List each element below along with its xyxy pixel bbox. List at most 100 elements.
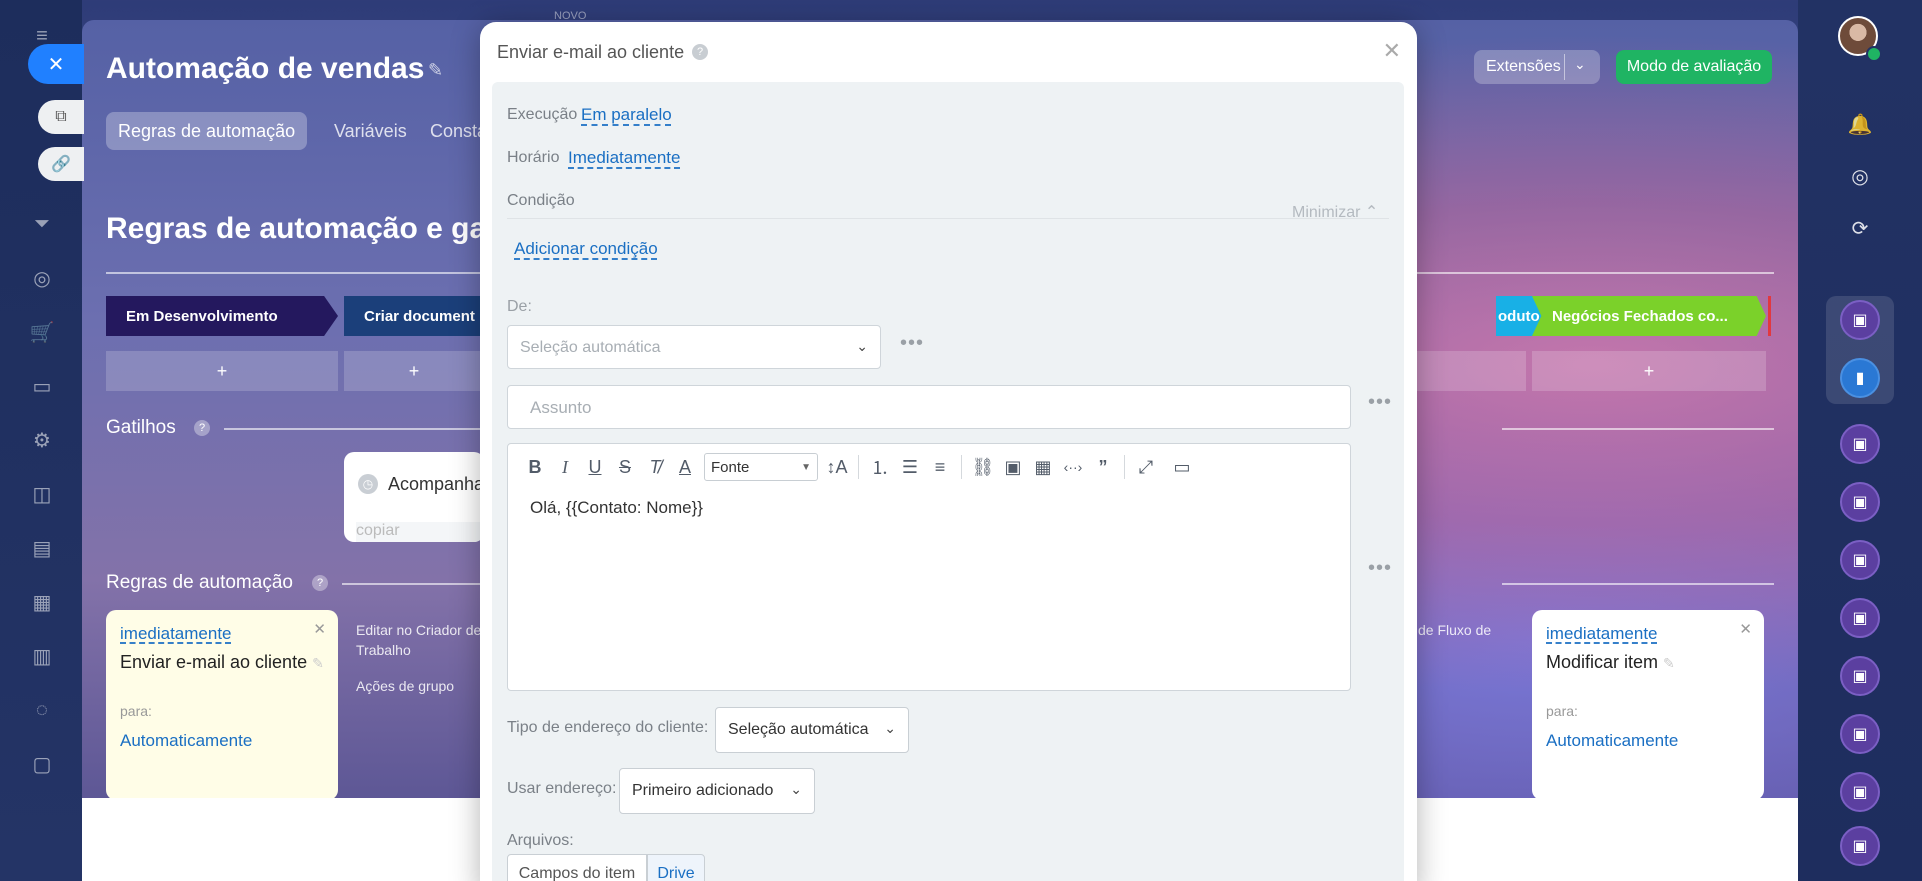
rule-card-send-email[interactable]: ✕ imediatamente Enviar e-mail ao cliente…: [106, 610, 338, 800]
stage-create-document[interactable]: Criar document: [344, 296, 484, 336]
more-options-icon[interactable]: •••: [900, 332, 924, 355]
from-select[interactable]: Seleção automática ⌄: [507, 325, 881, 369]
stage-marker: [1768, 296, 1771, 336]
open-new-window-icon[interactable]: ⧉: [38, 100, 84, 134]
chart-icon[interactable]: ▥: [28, 642, 56, 670]
time-value-link[interactable]: Imediatamente: [568, 148, 680, 168]
contact-bubble-icon[interactable]: ▣: [1840, 300, 1880, 340]
more-options-icon[interactable]: •••: [1368, 557, 1392, 580]
trigger-card[interactable]: ◷ Acompanha copiar: [344, 452, 484, 542]
font-size-icon[interactable]: ↕A: [822, 452, 852, 482]
stage-in-development[interactable]: Em Desenvolvimento: [106, 296, 338, 336]
settings-icon[interactable]: ◌: [28, 696, 56, 724]
contact-bubble-icon[interactable]: ▣: [1840, 482, 1880, 522]
help-icon[interactable]: ?: [194, 420, 210, 436]
triggers-label: Gatilhos: [106, 417, 176, 438]
more-options-icon[interactable]: •••: [1368, 391, 1392, 414]
extensions-label: Extensões: [1486, 58, 1561, 75]
flow-text[interactable]: de Fluxo de: [1418, 622, 1491, 638]
box-icon[interactable]: ◫: [28, 480, 56, 508]
building-icon[interactable]: ▤: [28, 534, 56, 562]
strikethrough-icon[interactable]: S: [610, 452, 640, 482]
fullscreen-icon[interactable]: ⤢: [1131, 452, 1161, 482]
robot-icon[interactable]: ⚙: [28, 426, 56, 454]
add-condition-link[interactable]: Adicionar condição: [514, 239, 658, 259]
code-icon[interactable]: ‹··›: [1058, 452, 1088, 482]
numbered-list-icon[interactable]: ⒈: [865, 452, 895, 482]
minimize-button[interactable]: Minimizar ⌃: [1292, 202, 1378, 222]
id-card-icon[interactable]: ▭: [28, 372, 56, 400]
stage-closed-deals[interactable]: Negócios Fechados co...: [1532, 296, 1766, 336]
bell-icon[interactable]: 🔔: [1844, 108, 1876, 140]
quote-icon[interactable]: ”: [1088, 452, 1118, 482]
font-select-value: Fonte: [711, 458, 750, 476]
close-icon[interactable]: ✕: [1383, 38, 1401, 64]
contact-bubble-icon[interactable]: ▣: [1840, 714, 1880, 754]
contact-bubble-icon[interactable]: ▣: [1840, 656, 1880, 696]
clear-format-icon[interactable]: T̸: [640, 452, 670, 482]
copy-link-icon[interactable]: 🔗: [38, 147, 84, 181]
funnel-icon[interactable]: ⏷: [28, 210, 56, 238]
edit-in-builder-text-2[interactable]: Trabalho: [356, 642, 411, 658]
pin-icon[interactable]: ✎: [428, 60, 443, 81]
cart-icon[interactable]: 🛒: [28, 318, 56, 346]
close-icon[interactable]: ✕: [1739, 620, 1752, 638]
text-color-icon[interactable]: A: [670, 452, 700, 482]
contact-bubble-icon[interactable]: ▣: [1840, 598, 1880, 638]
add-rule-stage-4-button[interactable]: +: [1532, 351, 1766, 391]
link-icon[interactable]: ⛓: [968, 452, 998, 482]
image-icon[interactable]: ▣: [998, 452, 1028, 482]
subject-input[interactable]: Assunto: [507, 385, 1351, 429]
trigger-copy-label[interactable]: copiar: [356, 522, 484, 542]
close-slider-button[interactable]: ✕: [28, 44, 84, 84]
rule-card-modify-item[interactable]: ✕ imediatamente Modificar item ✎ para: A…: [1532, 610, 1764, 800]
editor-content[interactable]: Olá, {{Contato: Nome}}: [530, 498, 703, 518]
add-rule-stage-2-button[interactable]: +: [344, 351, 484, 391]
rule-to-value[interactable]: Automaticamente: [1546, 731, 1750, 751]
item-fields-button[interactable]: Campos do item: [507, 854, 647, 881]
contact-bubble-icon[interactable]: ▣: [1840, 540, 1880, 580]
extensions-button[interactable]: Extensões ⌄: [1474, 50, 1600, 84]
bookmark-icon[interactable]: ▮: [1840, 358, 1880, 398]
drive-button[interactable]: Drive: [647, 854, 705, 881]
help-icon[interactable]: ?: [312, 575, 328, 591]
calendar-icon[interactable]: ▦: [28, 588, 56, 616]
contact-bubble-icon[interactable]: ▣: [1840, 772, 1880, 812]
contact-bubble-icon[interactable]: ▣: [1840, 424, 1880, 464]
section-title: Regras de automação e ga: [106, 212, 487, 245]
pencil-icon[interactable]: ✎: [1663, 655, 1675, 671]
table-icon[interactable]: ▦: [1028, 452, 1058, 482]
bulleted-list-icon[interactable]: ☰: [895, 452, 925, 482]
bold-icon[interactable]: B: [520, 452, 550, 482]
email-body-editor[interactable]: B I U S T̸ A Fonte ▼ ↕A ⒈ ☰ ≡ ⛓ ▣ ▦ ‹··›: [507, 443, 1351, 691]
evaluation-mode-button[interactable]: Modo de avaliação: [1616, 50, 1772, 84]
source-view-icon[interactable]: ▭: [1167, 452, 1197, 482]
execution-value-link[interactable]: Em paralelo: [581, 105, 672, 125]
document-icon[interactable]: ▢: [28, 750, 56, 778]
tab-automation-rules[interactable]: Regras de automação: [106, 112, 308, 150]
pencil-icon[interactable]: ✎: [312, 655, 324, 671]
font-select[interactable]: Fonte ▼: [704, 453, 818, 481]
group-actions-text[interactable]: Ações de grupo: [356, 678, 454, 694]
align-icon[interactable]: ≡: [925, 452, 955, 482]
sync-icon[interactable]: ⟳: [1844, 212, 1876, 244]
editor-toolbar: B I U S T̸ A Fonte ▼ ↕A ⒈ ☰ ≡ ⛓ ▣ ▦ ‹··›: [520, 452, 1197, 482]
add-rule-stage-1-button[interactable]: +: [106, 351, 338, 391]
address-type-select[interactable]: Seleção automática ⌄: [715, 707, 909, 753]
copilot-icon[interactable]: ◎: [1844, 160, 1876, 192]
rule-to-value[interactable]: Automaticamente: [120, 731, 324, 751]
underline-icon[interactable]: U: [580, 452, 610, 482]
use-address-select[interactable]: Primeiro adicionado ⌄: [619, 768, 815, 814]
tab-variables[interactable]: Variáveis: [322, 112, 419, 150]
edit-in-builder-text[interactable]: Editar no Criador de: [356, 622, 481, 638]
close-icon[interactable]: ✕: [313, 620, 326, 638]
chevron-down-icon[interactable]: ⌄: [1574, 56, 1586, 73]
italic-icon[interactable]: I: [550, 452, 580, 482]
rule-when-link[interactable]: imediatamente: [120, 624, 324, 644]
chevron-down-icon: ⌄: [856, 338, 868, 354]
contact-bubble-icon[interactable]: ▣: [1840, 826, 1880, 866]
rule-when-link[interactable]: imediatamente: [1546, 624, 1750, 644]
help-icon[interactable]: ?: [692, 44, 708, 60]
target-icon[interactable]: ◎: [28, 264, 56, 292]
triggers-divider: [224, 428, 484, 430]
